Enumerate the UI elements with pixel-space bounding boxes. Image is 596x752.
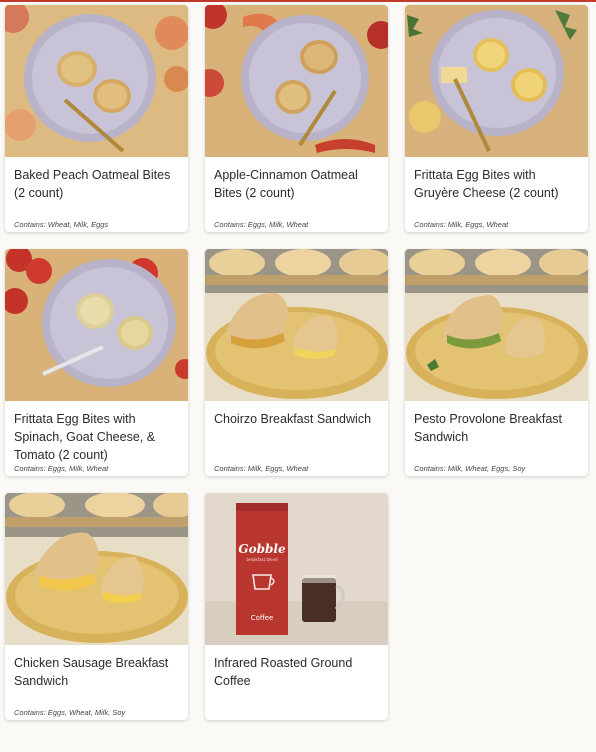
coffee-brand-text: Gobble	[238, 542, 286, 556]
product-title[interactable]: Frittata Egg Bites with Spinach, Goat Ch…	[14, 410, 179, 464]
product-image-pesto-sandwich[interactable]	[405, 249, 588, 401]
product-image-chicken-sausage-sandwich[interactable]	[5, 493, 188, 645]
product-image-spinach-egg-bites[interactable]	[5, 249, 188, 401]
product-card[interactable]: Choirzo Breakfast Sandwich Contains: Mil…	[205, 249, 388, 476]
product-image-chorizo-sandwich[interactable]	[205, 249, 388, 401]
product-card[interactable]: Frittata Egg Bites with Gruyère Cheese (…	[405, 5, 588, 232]
product-title[interactable]: Choirzo Breakfast Sandwich	[214, 410, 379, 464]
product-title[interactable]: Chicken Sausage Breakfast Sandwich	[14, 654, 179, 708]
coffee-subbrand-text: breakfast blend	[246, 557, 278, 562]
coffee-label-text: Coffee	[251, 614, 274, 622]
product-card[interactable]: Baked Peach Oatmeal Bites (2 count) Cont…	[5, 5, 188, 232]
product-card[interactable]: Gobble breakfast blend Coffee Infrared R…	[205, 493, 388, 720]
allergen-info: Contains: Wheat, Milk, Eggs	[14, 220, 109, 229]
product-image-peach-oatmeal[interactable]	[5, 5, 188, 157]
allergen-info: Contains: Eggs, Milk, Wheat	[14, 464, 109, 473]
product-title[interactable]: Apple-Cinnamon Oatmeal Bites (2 count)	[214, 166, 379, 220]
product-title[interactable]: Frittata Egg Bites with Gruyère Cheese (…	[414, 166, 579, 220]
product-image-coffee[interactable]: Gobble breakfast blend Coffee	[205, 493, 388, 645]
allergen-info: Contains: Eggs, Wheat, Milk, Soy	[14, 708, 126, 717]
product-grid: Baked Peach Oatmeal Bites (2 count) Cont…	[5, 5, 588, 720]
allergen-info: Contains: Eggs, Milk, Wheat	[214, 220, 309, 229]
allergen-info: Contains: Milk, Eggs, Wheat	[414, 220, 509, 229]
product-card[interactable]: Pesto Provolone Breakfast Sandwich Conta…	[405, 249, 588, 476]
product-title[interactable]: Infrared Roasted Ground Coffee	[214, 654, 379, 708]
product-card[interactable]: Apple-Cinnamon Oatmeal Bites (2 count) C…	[205, 5, 388, 232]
allergen-info: Contains: Milk, Wheat, Eggs, Soy	[414, 464, 526, 473]
product-image-apple-oatmeal[interactable]	[205, 5, 388, 157]
product-card[interactable]: Chicken Sausage Breakfast Sandwich Conta…	[5, 493, 188, 720]
allergen-info: Contains: Milk, Eggs, Wheat	[214, 464, 309, 473]
product-title[interactable]: Baked Peach Oatmeal Bites (2 count)	[14, 166, 179, 220]
header-accent-line	[0, 0, 596, 2]
product-card[interactable]: Frittata Egg Bites with Spinach, Goat Ch…	[5, 249, 188, 476]
product-image-gruyere-egg-bites[interactable]	[405, 5, 588, 157]
product-title[interactable]: Pesto Provolone Breakfast Sandwich	[414, 410, 579, 464]
